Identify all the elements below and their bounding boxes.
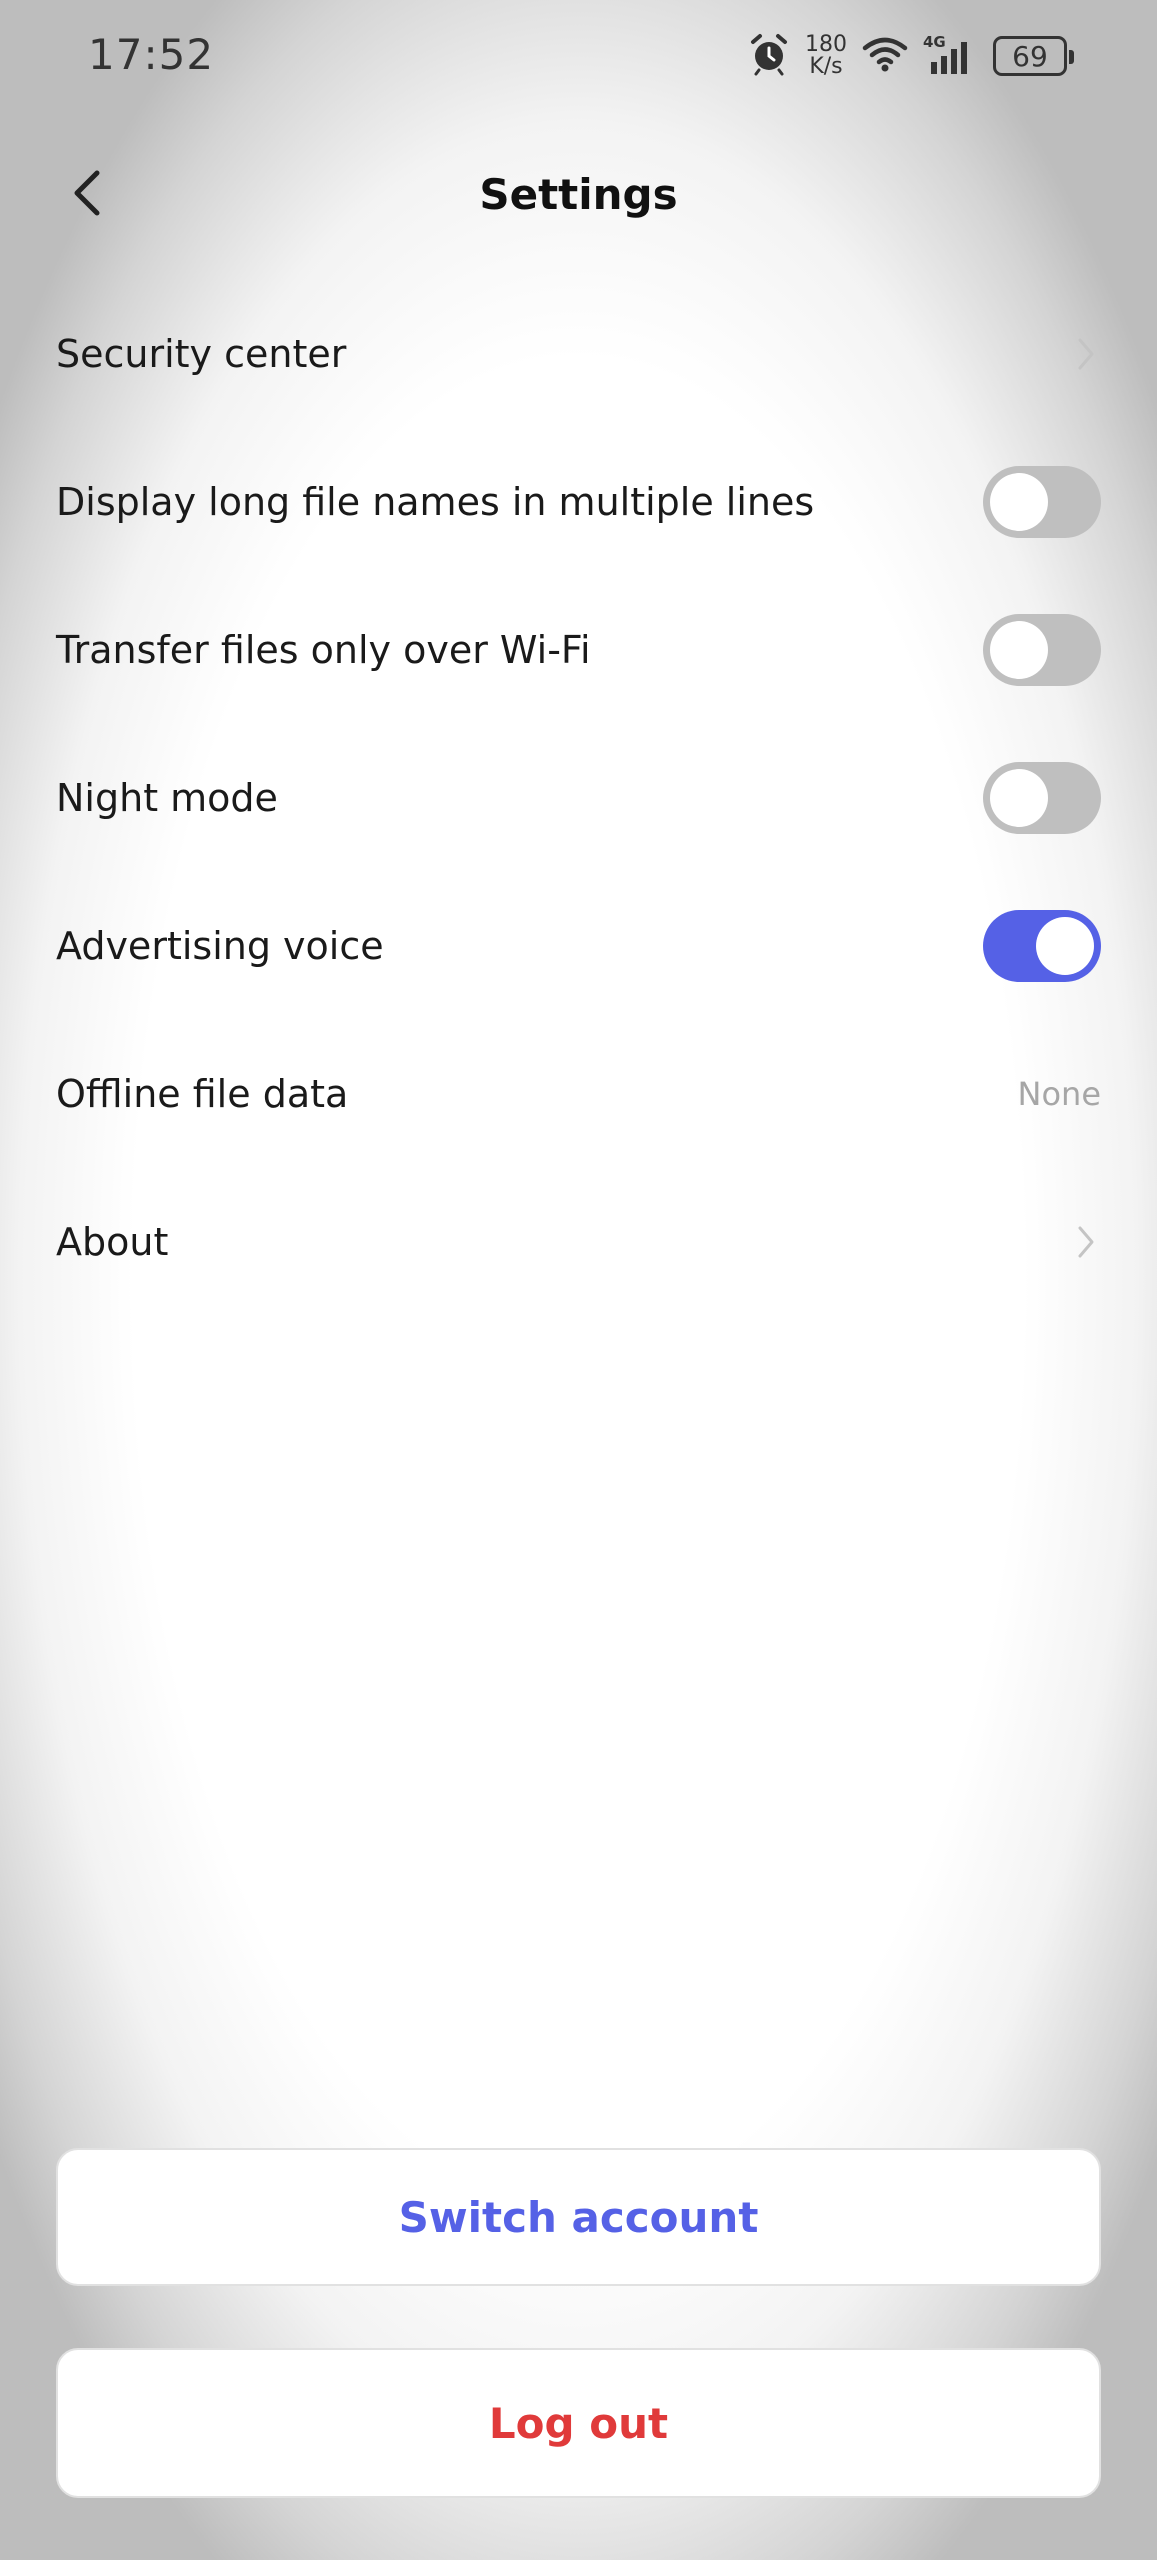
settings-list: Security center Display long file names …: [0, 280, 1157, 1316]
settings-screen: 17:52 180 K/s 4G 69 Settings Security ce…: [0, 0, 1157, 2560]
network-speed: 180 K/s: [805, 34, 847, 78]
settings-row-about[interactable]: About: [0, 1168, 1157, 1316]
wifi-only-toggle[interactable]: [983, 614, 1101, 686]
night-mode-toggle[interactable]: [983, 762, 1101, 834]
settings-row-wifi-only: Transfer files only over Wi-Fi: [0, 576, 1157, 724]
alarm-icon: [747, 32, 791, 80]
row-label: Transfer files only over Wi-Fi: [56, 628, 591, 672]
row-label: Offline file data: [56, 1072, 349, 1116]
status-bar: 17:52 180 K/s 4G 69: [0, 0, 1157, 115]
row-label: Display long file names in multiple line…: [56, 480, 815, 524]
toggle-knob: [990, 473, 1048, 531]
toggle-knob: [1036, 917, 1094, 975]
status-icons: 180 K/s 4G 69: [747, 28, 1074, 84]
settings-row-long-file-names: Display long file names in multiple line…: [0, 428, 1157, 576]
settings-row-offline-file-data[interactable]: Offline file data None: [0, 1020, 1157, 1168]
row-label: Night mode: [56, 776, 278, 820]
advertising-voice-toggle[interactable]: [983, 910, 1101, 982]
header: Settings: [0, 150, 1157, 240]
settings-row-night-mode: Night mode: [0, 724, 1157, 872]
toggle-knob: [990, 769, 1048, 827]
chevron-right-icon: [1071, 334, 1101, 374]
svg-text:4G: 4G: [923, 33, 946, 51]
wifi-icon: [861, 34, 909, 78]
toggle-knob: [990, 621, 1048, 679]
cellular-signal-icon: 4G: [923, 32, 979, 80]
row-label: About: [56, 1220, 169, 1264]
chevron-right-icon: [1071, 1222, 1101, 1262]
switch-account-button[interactable]: Switch account: [56, 2148, 1101, 2286]
status-time: 17:52: [88, 30, 215, 79]
page-title: Settings: [479, 170, 678, 219]
row-label: Security center: [56, 332, 347, 376]
settings-row-advertising-voice: Advertising voice: [0, 872, 1157, 1020]
long-file-names-toggle[interactable]: [983, 466, 1101, 538]
log-out-button[interactable]: Log out: [56, 2348, 1101, 2498]
settings-row-security-center[interactable]: Security center: [0, 280, 1157, 428]
battery-level: 69: [1012, 39, 1048, 73]
offline-file-data-value: None: [1017, 1075, 1101, 1113]
network-speed-value: 180: [805, 32, 847, 57]
battery-icon: 69: [993, 36, 1074, 76]
row-label: Advertising voice: [56, 924, 384, 968]
network-speed-unit: K/s: [809, 54, 843, 79]
